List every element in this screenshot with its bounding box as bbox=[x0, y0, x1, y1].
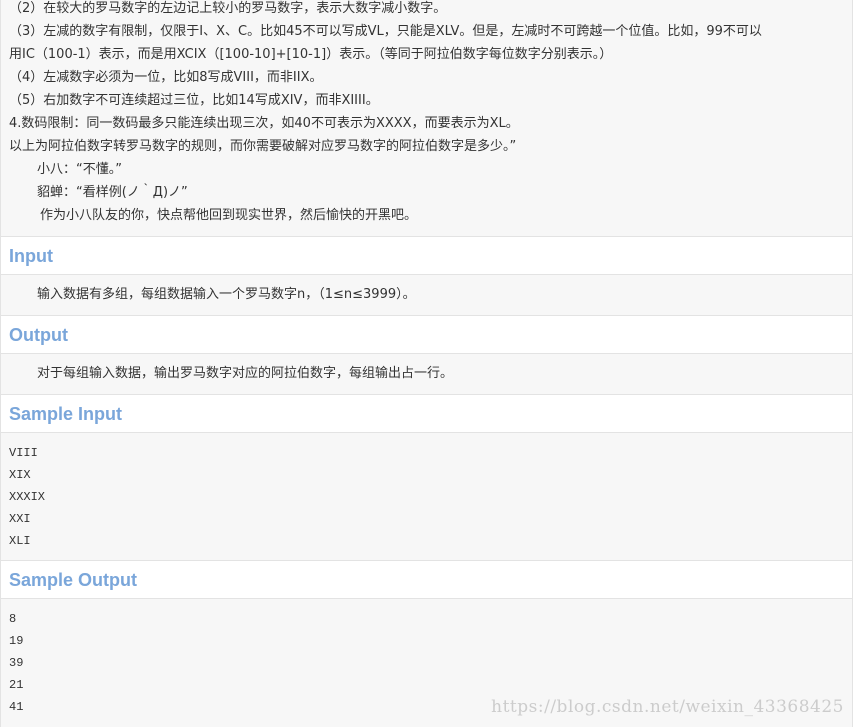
problem-description: （2）在较大的罗马数字的左边记上较小的罗马数字，表示大数字减小数字。 （3）左减… bbox=[1, 0, 852, 237]
description-line: 小八：“不懂。” bbox=[37, 162, 122, 177]
input-text: 输入数据有多组，每组数据输入一个罗马数字n，（1≤n≤3999）。 bbox=[1, 275, 852, 316]
sample-input-line: VIII bbox=[9, 446, 38, 460]
watermark-text: https://blog.csdn.net/weixin_43368425 bbox=[491, 697, 844, 717]
description-line: （2）在较大的罗马数字的左边记上较小的罗马数字，表示大数字减小数字。 bbox=[9, 1, 447, 16]
sample-input-line: XIX bbox=[9, 468, 31, 482]
problem-page: （2）在较大的罗马数字的左边记上较小的罗马数字，表示大数字减小数字。 （3）左减… bbox=[0, 0, 853, 727]
sample-output-line: 19 bbox=[9, 634, 24, 648]
description-line: 4.数码限制：同一数码最多只能连续出现三次，如40不可表示为XXXX，而要表示为… bbox=[9, 116, 519, 131]
sample-input-heading: Sample Input bbox=[1, 395, 852, 433]
sample-input-line: XLI bbox=[9, 534, 31, 548]
sample-output-line: 39 bbox=[9, 656, 24, 670]
description-line: （5）右加数字不可连续超过三位，比如14写成XIV，而非XIIII。 bbox=[9, 93, 379, 108]
description-line: 用IC（100-1）表示，而是用XCIX（[100-10]+[10-1]）表示。… bbox=[9, 47, 613, 62]
description-line: 貂蝉：“看样例(ノ｀Д)ノ” bbox=[37, 185, 188, 200]
sample-output-line: 21 bbox=[9, 678, 24, 692]
description-line: 作为小八队友的你，快点帮他回到现实世界，然后愉快的开黑吧。 bbox=[40, 208, 418, 223]
description-line: （3）左减的数字有限制，仅限于I、X、C。比如45不可以写成VL，只能是XLV。… bbox=[9, 24, 762, 39]
sample-input-line: XXXIX bbox=[9, 490, 46, 504]
sample-output-line: 8 bbox=[9, 612, 17, 626]
sample-input-line: XXI bbox=[9, 512, 31, 526]
description-line: （4）左减数字必须为一位，比如8写成VIII，而非IIX。 bbox=[9, 70, 323, 85]
description-line: 以上为阿拉伯数字转罗马数字的规则，而你需要破解对应罗马数字的阿拉伯数字是多少。” bbox=[9, 139, 517, 154]
output-heading: Output bbox=[1, 316, 852, 354]
input-heading: Input bbox=[1, 237, 852, 275]
sample-output-heading: Sample Output bbox=[1, 561, 852, 599]
sample-input-block: VIII XIX XXXIX XXI XLI bbox=[1, 433, 852, 561]
output-text: 对于每组输入数据，输出罗马数字对应的阿拉伯数字，每组输出占一行。 bbox=[1, 354, 852, 395]
